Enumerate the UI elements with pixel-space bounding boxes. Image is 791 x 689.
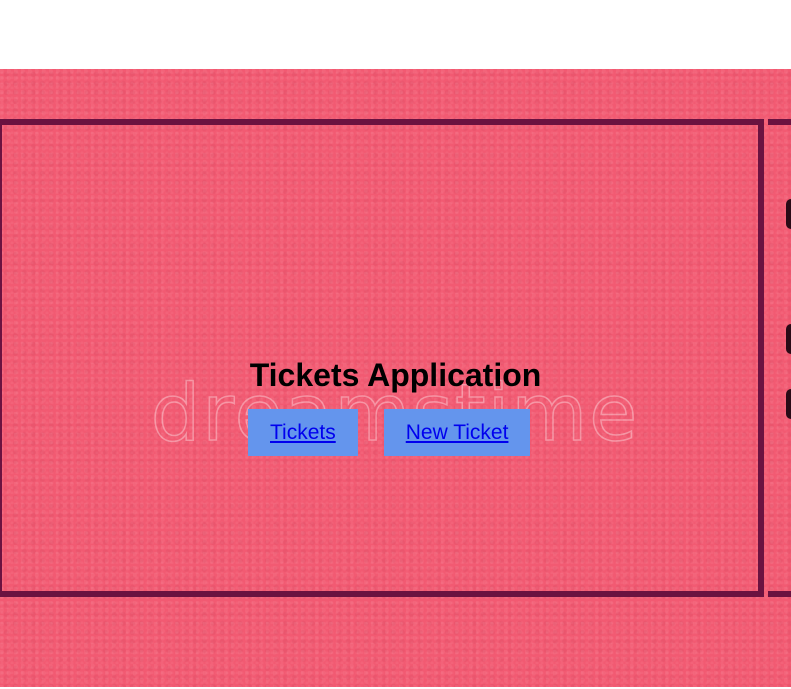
tickets-link[interactable]: Tickets bbox=[248, 409, 358, 456]
page-title: Tickets Application bbox=[249, 357, 542, 393]
stub-glyph bbox=[786, 199, 791, 229]
stub-glyph bbox=[786, 324, 791, 354]
main-nav: Tickets New Ticket bbox=[248, 409, 531, 456]
new-ticket-link[interactable]: New Ticket bbox=[383, 409, 531, 456]
